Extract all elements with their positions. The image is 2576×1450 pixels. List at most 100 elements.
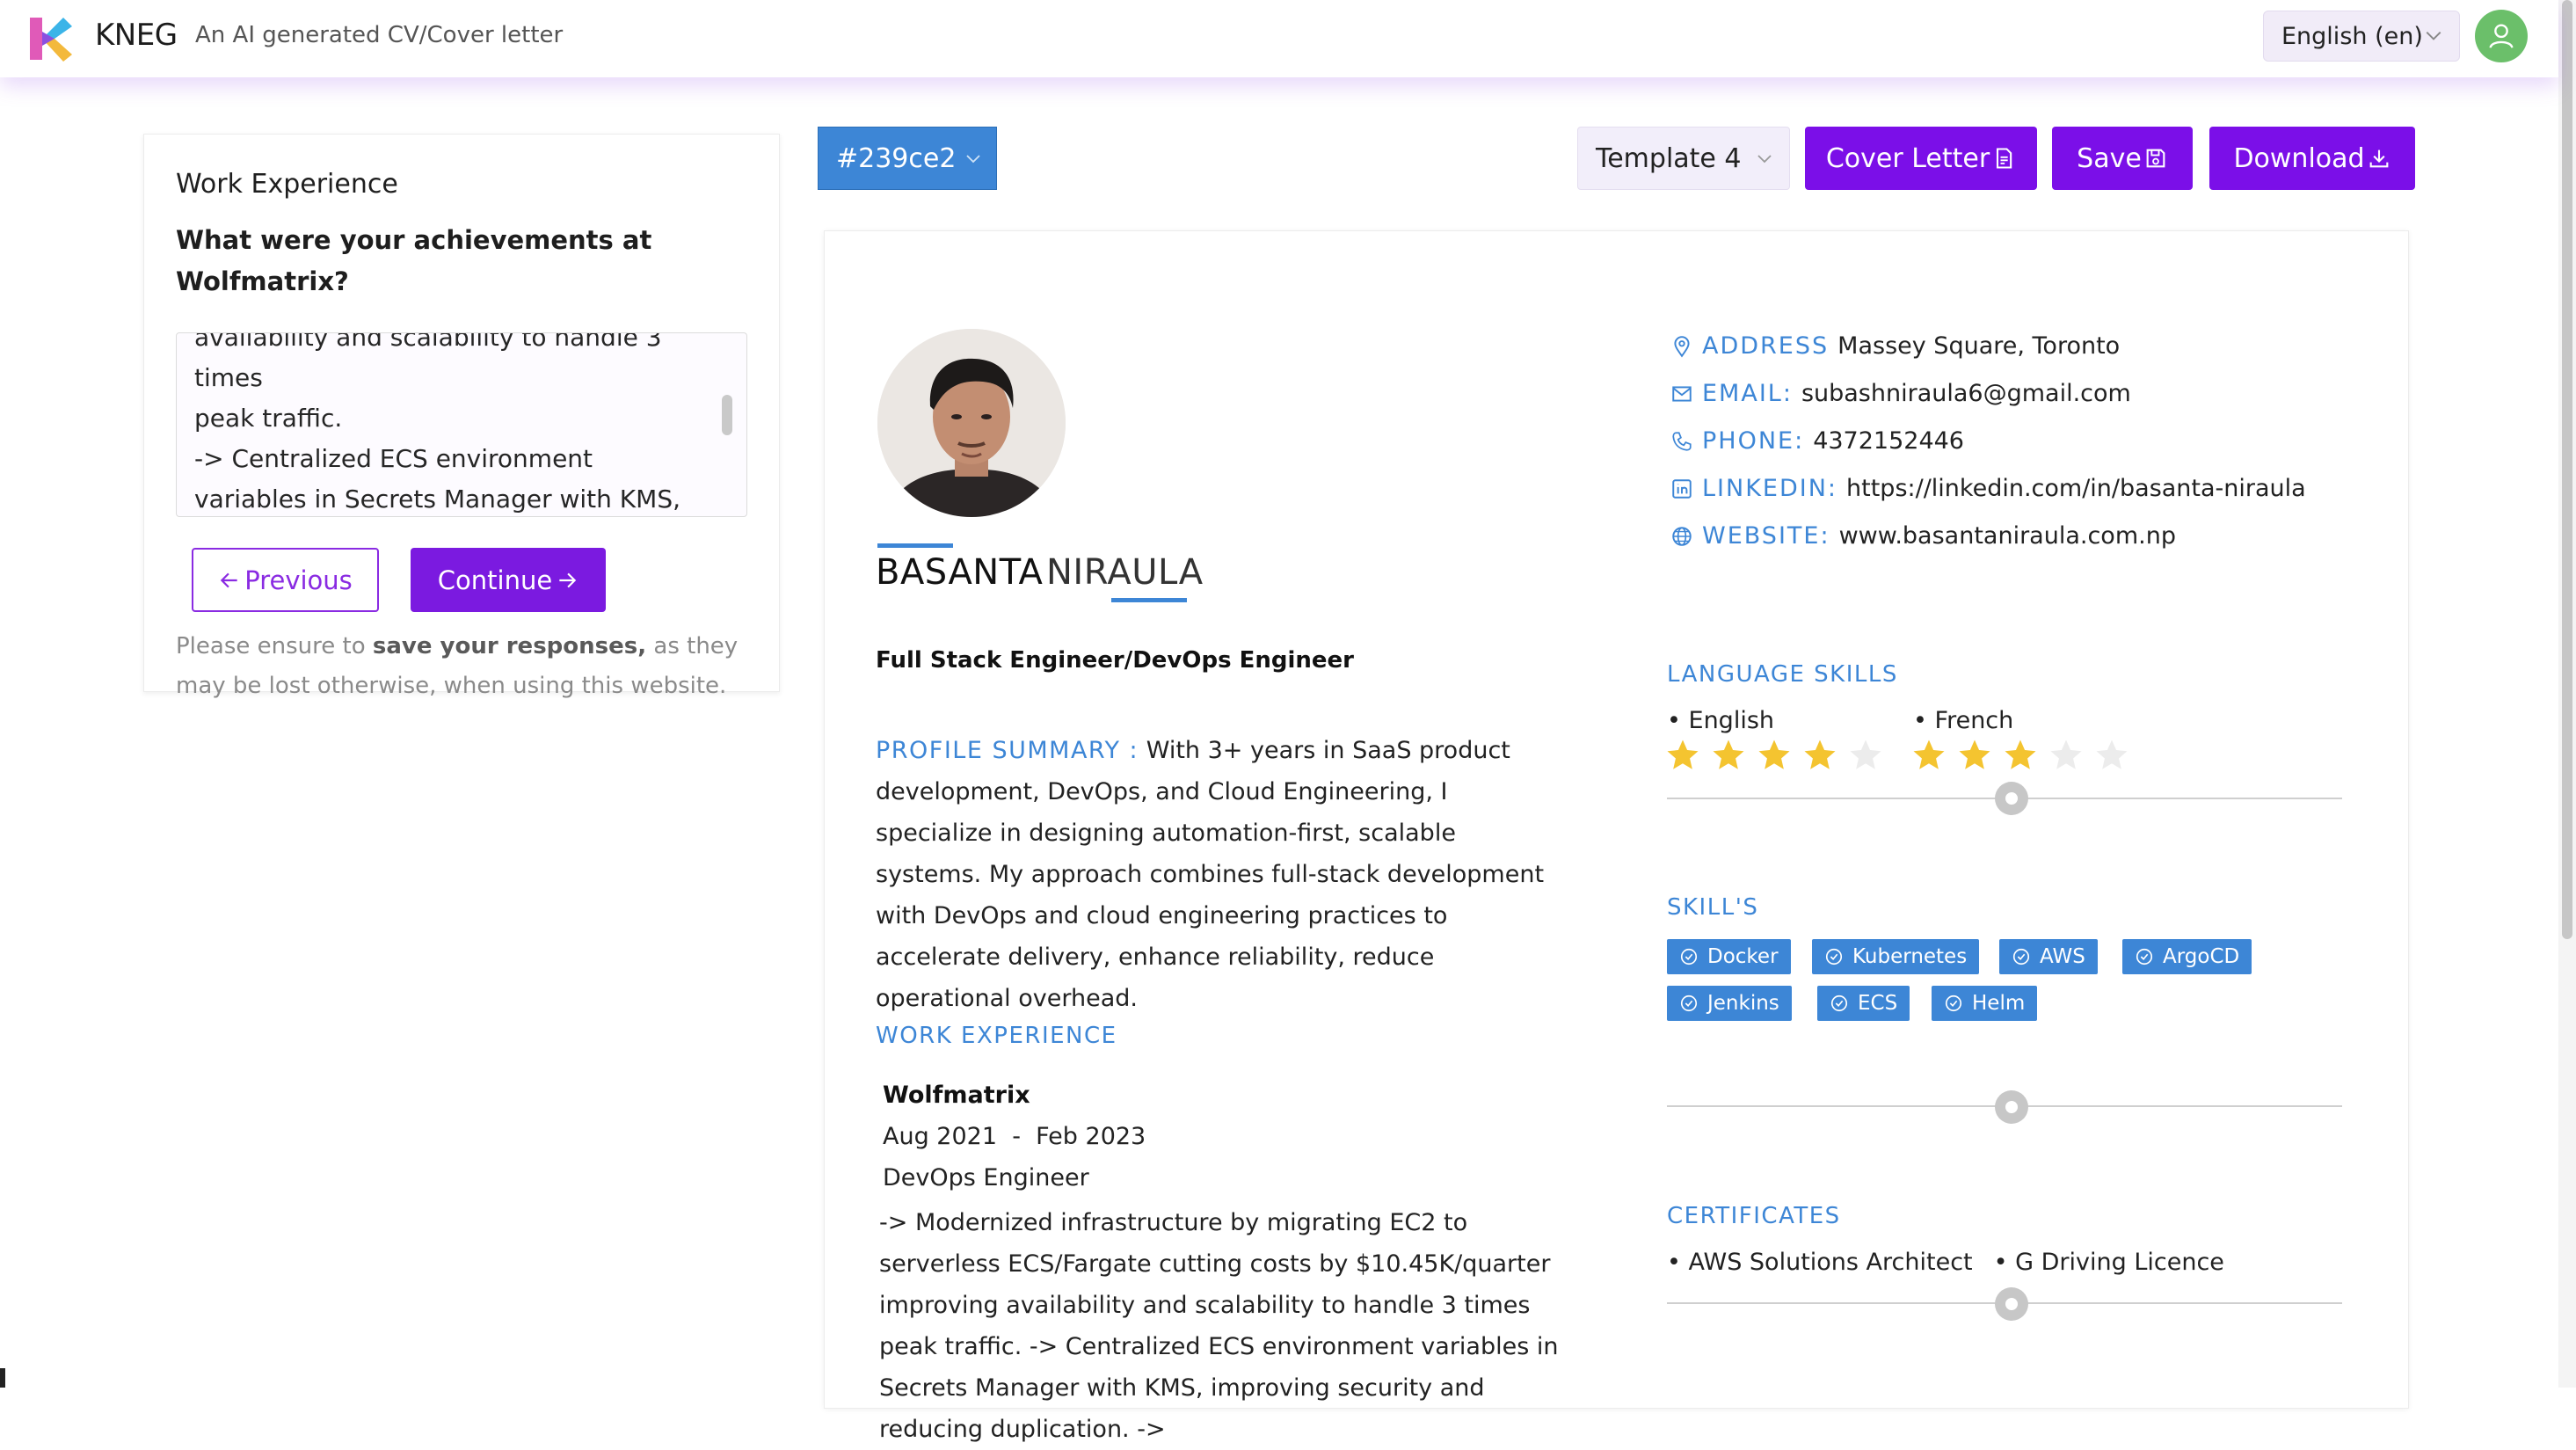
template-value: Template 4 [1596, 142, 1742, 174]
download-button[interactable]: Download [2209, 127, 2415, 190]
skill-label: Jenkins [1707, 992, 1779, 1015]
check-circle-icon [2136, 948, 2153, 965]
template-select[interactable]: Template 4 [1577, 127, 1790, 190]
date-separator: - [1012, 1123, 1021, 1150]
brand-name[interactable]: KNEG [95, 18, 178, 53]
document-icon [1997, 148, 2012, 169]
employment-dates: Aug 2021 - Feb 2023 [883, 1123, 1146, 1150]
save-label: Save [2077, 142, 2142, 174]
skill-chip: Kubernetes [1812, 939, 1980, 974]
role-title: DevOps Engineer [883, 1164, 1089, 1191]
language-rating [1663, 737, 1885, 774]
name-underline-accent [1111, 598, 1187, 602]
previous-button[interactable]: Previous [192, 548, 379, 612]
save-warning-note: Please ensure to save your responses, as… [176, 627, 756, 706]
envelope-icon [1672, 385, 1692, 402]
answer-textarea[interactable]: availability and scalability to handle 3… [176, 332, 747, 517]
company-name: Wolfmatrix [883, 1082, 1030, 1109]
check-circle-icon [1680, 995, 1698, 1012]
language-name: • French [1913, 707, 2014, 734]
language-rating [1910, 737, 2131, 774]
star-icon [1758, 740, 1790, 769]
skill-chip: AWS [1999, 939, 2098, 974]
check-circle-icon [1680, 948, 1698, 965]
skill-chip: Helm [1932, 986, 2038, 1021]
certificate-item: • AWS Solutions Architect [1667, 1249, 1973, 1276]
linkedin-value[interactable]: https://linkedin.com/in/basanta-niraula [1846, 475, 2306, 502]
check-circle-icon [1830, 995, 1848, 1012]
profile-summary-text: With 3+ years in SaaS product developmen… [876, 737, 1545, 1012]
language-skills-heading: LANGUAGE SKILLS [1667, 661, 1898, 688]
skill-chip: ECS [1817, 986, 1910, 1021]
email-label: EMAIL: [1702, 380, 1793, 407]
skill-label: Docker [1707, 945, 1779, 968]
profile-summary-label: PROFILE SUMMARY : [876, 737, 1139, 764]
skill-label: ECS [1858, 992, 1898, 1015]
download-label: Download [2233, 142, 2365, 174]
answer-text[interactable]: availability and scalability to handle 3… [194, 333, 709, 516]
phone-icon [1672, 431, 1692, 451]
profile-photo [877, 329, 1066, 517]
chevron-down-icon [2426, 31, 2441, 40]
skill-chip: ArgoCD [2122, 939, 2252, 974]
certificates-heading: CERTIFICATES [1667, 1203, 1841, 1229]
address-value: Massey Square, Toronto [1837, 332, 2121, 360]
star-icon [1913, 740, 1945, 769]
page-scrollbar-thumb[interactable] [2562, 0, 2572, 939]
language-value: English (en) [2281, 22, 2423, 50]
certificates-list: • AWS Solutions Architect • G Driving Li… [1667, 1249, 2224, 1276]
cover-letter-label: Cover Letter [1825, 142, 1990, 174]
chevron-down-icon [1757, 155, 1772, 164]
skill-label: Helm [1972, 992, 2026, 1015]
continue-button[interactable]: Continue [411, 548, 606, 612]
window-edge [0, 1368, 5, 1388]
skill-label: ArgoCD [2163, 945, 2240, 968]
kneg-logo-icon[interactable] [25, 14, 74, 63]
star-icon [1850, 740, 1881, 769]
section-handle[interactable] [1995, 782, 2028, 815]
tagline: An AI generated CV/Cover letter [195, 22, 564, 48]
arrow-right-icon [559, 572, 577, 587]
star-icon [1667, 740, 1699, 769]
save-button[interactable]: Save [2052, 127, 2193, 190]
floppy-disk-icon [2146, 149, 2165, 168]
contact-address: ADDRESS Massey Square, Toronto [1670, 332, 2120, 360]
location-pin-icon [1674, 335, 1690, 358]
certificate-item: • G Driving Licence [1993, 1249, 2224, 1276]
skill-chip: Docker [1667, 939, 1791, 974]
language-select[interactable]: English (en) [2263, 11, 2460, 62]
star-icon [2050, 740, 2082, 769]
skills-heading: SKILL'S [1667, 894, 1759, 921]
email-value[interactable]: subashniraula6@gmail.com [1801, 380, 2131, 407]
textarea-scrollbar-thumb[interactable] [722, 395, 732, 435]
app-header: KNEG An AI generated CV/Cover letter Eng… [0, 0, 2558, 77]
star-icon [1713, 740, 1744, 769]
color-picker-button[interactable]: #239ce2 [818, 127, 997, 190]
contact-email: EMAIL: subashniraula6@gmail.com [1670, 380, 2131, 407]
skill-chip: Jenkins [1667, 986, 1792, 1021]
color-value: #239ce2 [836, 142, 957, 174]
check-circle-icon [2012, 948, 2030, 965]
skill-label: Kubernetes [1852, 945, 1968, 968]
website-value[interactable]: www.basantaniraula.com.np [1839, 522, 2176, 550]
section-title: Work Experience [176, 169, 398, 200]
question-text: What were your achievements at Wolfmatri… [176, 225, 652, 296]
skill-label: AWS [2040, 945, 2085, 968]
star-icon [2005, 740, 2036, 769]
section-handle[interactable] [1995, 1090, 2028, 1124]
user-avatar-button[interactable] [2475, 10, 2528, 62]
previous-label: Previous [244, 565, 353, 595]
note-emphasis: save your responses, [372, 633, 647, 659]
arrow-left-icon [221, 572, 237, 587]
start-date: Aug 2021 [883, 1123, 998, 1150]
cover-letter-button[interactable]: Cover Letter [1805, 127, 2037, 190]
note-text: Please ensure to [176, 633, 373, 659]
star-icon [1804, 740, 1836, 769]
section-handle[interactable] [1995, 1287, 2028, 1321]
website-label: WEBSITE: [1702, 522, 1830, 550]
first-name: BASANTA [876, 552, 1044, 593]
chevron-down-icon [966, 155, 980, 164]
work-experience-heading: WORK EXPERIENCE [876, 1023, 1117, 1049]
job-title: Full Stack Engineer/DevOps Engineer [876, 647, 1354, 674]
contact-phone: PHONE: 4372152446 [1670, 427, 1964, 455]
